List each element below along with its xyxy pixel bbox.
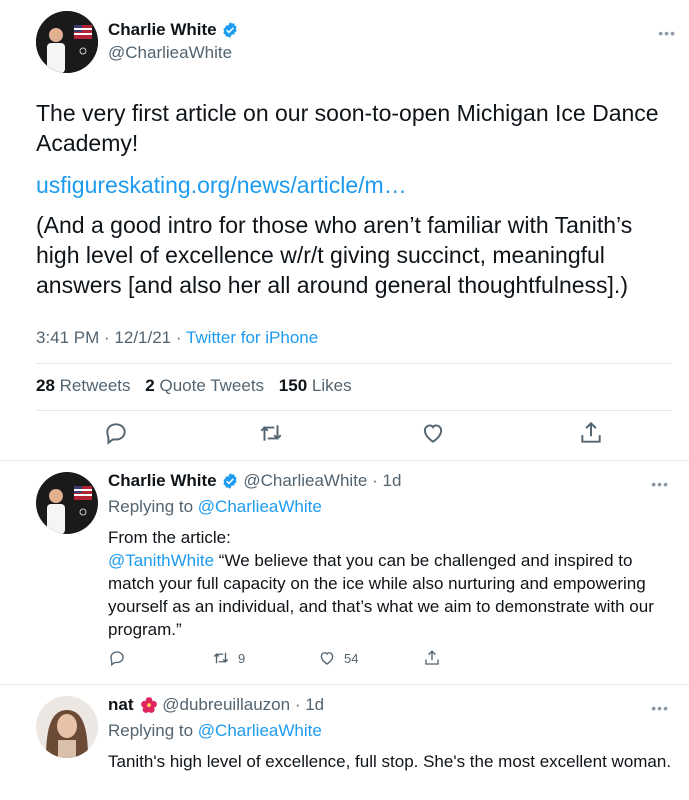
replying-to-link[interactable]: @CharlieaWhite xyxy=(198,497,322,516)
reply-tweet[interactable]: Charlie White @CharlieaWhite · 1d ••• Re… xyxy=(0,460,689,682)
retweet-icon[interactable] xyxy=(212,649,230,667)
divider xyxy=(36,410,672,411)
more-icon[interactable]: ••• xyxy=(658,25,676,41)
reply-text: Tanith's high level of excellence, full … xyxy=(108,752,672,771)
quotes-stat[interactable]: 2 Quote Tweets xyxy=(145,376,264,395)
author-handle[interactable]: @CharlieaWhite xyxy=(108,42,239,64)
like-button[interactable]: 54 xyxy=(318,649,358,667)
tweet-text-2: (And a good intro for those who aren’t f… xyxy=(36,212,633,298)
reply-actions: 9 54 xyxy=(108,649,468,671)
likes-stat[interactable]: 150 Likes xyxy=(279,376,352,395)
retweet-icon[interactable] xyxy=(258,420,284,446)
replying-to: Replying to @CharlieaWhite xyxy=(108,721,322,740)
tweet-link[interactable]: usfigureskating.org/news/article/m… xyxy=(36,170,407,200)
reply-tweet[interactable]: nat @dubreuillauzon · 1d ••• Replying to… xyxy=(0,684,689,800)
like-count: 54 xyxy=(344,650,359,666)
verified-badge-icon xyxy=(223,473,237,489)
reply-button[interactable] xyxy=(108,649,126,667)
reply-author-name[interactable]: nat xyxy=(108,694,134,716)
replying-to: Replying to @CharlieaWhite xyxy=(108,497,322,516)
divider xyxy=(36,363,672,364)
author-avatar[interactable] xyxy=(36,11,98,73)
reply-avatar[interactable] xyxy=(36,696,98,758)
tweet-time[interactable]: 3:41 PM · 12/1/21 · xyxy=(36,328,186,347)
reply-header: nat @dubreuillauzon · 1d xyxy=(108,694,324,716)
tweet-text: The very first article on our soon-to-op… xyxy=(36,100,659,156)
reply-age[interactable]: · 1d xyxy=(372,471,401,490)
mention-link[interactable]: @TanithWhite xyxy=(108,551,214,570)
share-icon[interactable] xyxy=(423,649,441,667)
hibiscus-emoji xyxy=(140,696,158,714)
reply-author-handle[interactable]: @CharlieaWhite xyxy=(243,471,367,490)
replying-to-link[interactable]: @CharlieaWhite xyxy=(198,721,322,740)
retweet-button[interactable]: 9 xyxy=(212,649,245,667)
reply-icon[interactable] xyxy=(103,420,129,446)
reply-author-handle[interactable]: @dubreuillauzon xyxy=(162,695,290,714)
reply-icon[interactable] xyxy=(108,649,126,667)
reply-age[interactable]: · 1d xyxy=(295,695,324,714)
reply-avatar[interactable] xyxy=(36,472,98,534)
verified-badge-icon xyxy=(223,22,237,38)
reply-header: Charlie White @CharlieaWhite · 1d xyxy=(108,470,401,492)
reply-text: From the article: @TanithWhite “We belie… xyxy=(108,526,678,641)
retweet-count: 9 xyxy=(238,650,246,666)
main-tweet-header: Charlie White @CharlieaWhite ••• xyxy=(36,11,676,75)
share-icon[interactable] xyxy=(578,420,604,446)
share-button[interactable] xyxy=(423,649,441,667)
tweet-meta: 3:41 PM · 12/1/21 · Twitter for iPhone xyxy=(36,328,318,348)
more-icon[interactable]: ••• xyxy=(651,476,669,492)
heart-icon[interactable] xyxy=(420,420,446,446)
author-name[interactable]: Charlie White xyxy=(108,19,217,41)
tweet-source[interactable]: Twitter for iPhone xyxy=(186,328,318,347)
tweet-stats: 28 Retweets 2 Quote Tweets 150 Likes xyxy=(36,376,352,396)
main-tweet-actions xyxy=(0,420,689,450)
reply-line: From the article: xyxy=(108,528,231,547)
heart-icon[interactable] xyxy=(318,649,336,667)
retweets-stat[interactable]: 28 Retweets xyxy=(36,376,131,395)
reply-author-name[interactable]: Charlie White xyxy=(108,470,217,492)
more-icon[interactable]: ••• xyxy=(651,700,669,716)
